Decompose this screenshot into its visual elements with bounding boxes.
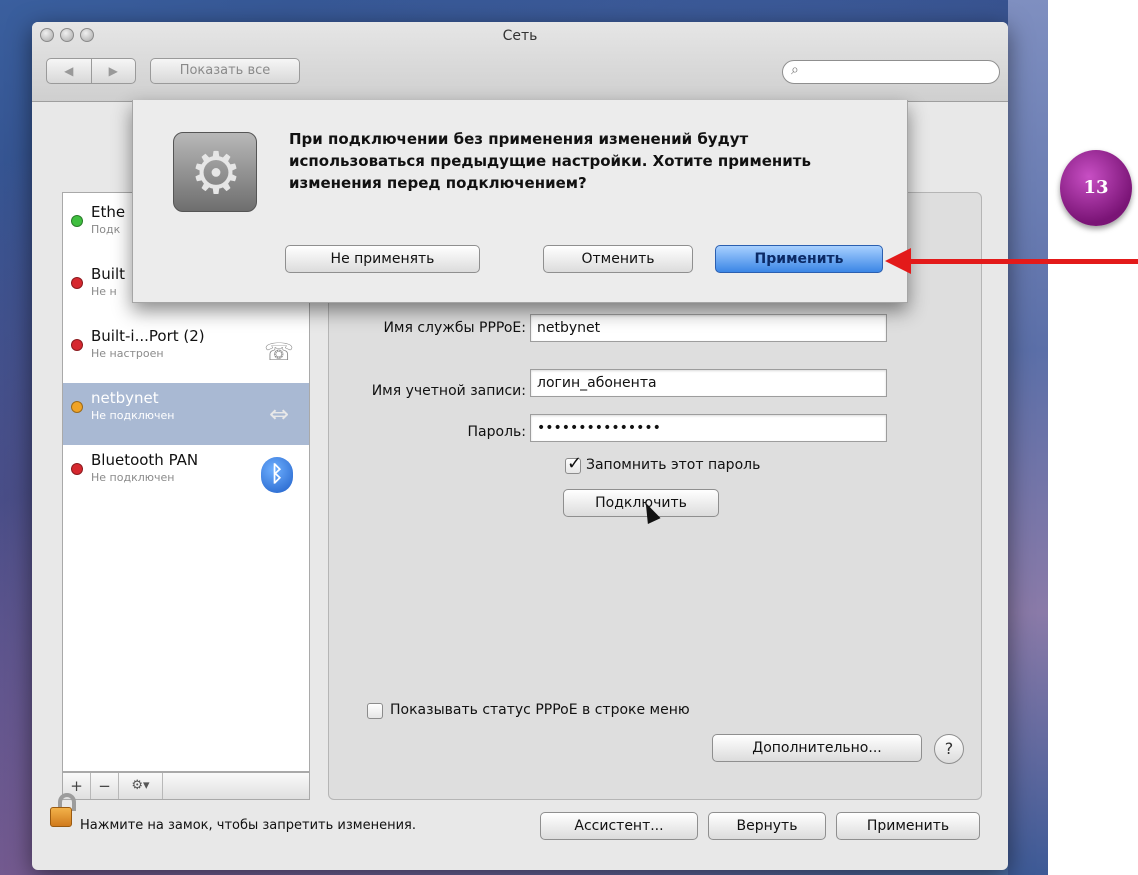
- assistant-button[interactable]: Ассистент...: [540, 812, 698, 840]
- back-forward-control: ◀ ▶: [46, 58, 136, 84]
- window-title: Сеть: [502, 28, 538, 44]
- password-label: Пароль:: [467, 424, 526, 440]
- search-input[interactable]: ⌕: [782, 60, 1000, 84]
- cancel-button[interactable]: Отменить: [543, 245, 693, 273]
- service-name: Built-i...Port (2): [91, 327, 205, 345]
- service-status: Подк: [91, 223, 121, 236]
- apply-button[interactable]: Применить: [715, 245, 883, 273]
- system-preferences-icon: ⚙: [173, 132, 257, 212]
- status-dot-red: [71, 463, 83, 475]
- help-button[interactable]: ?: [934, 734, 964, 764]
- password-field[interactable]: •••••••••••••••: [530, 414, 887, 442]
- desktop-background-right: [1008, 0, 1048, 875]
- remember-password-label: Запомнить этот пароль: [586, 457, 761, 473]
- gear-menu-button[interactable]: ⚙▾: [119, 773, 163, 799]
- gear-icon: ⚙: [190, 139, 242, 207]
- apply-footer-button[interactable]: Применить: [836, 812, 980, 840]
- service-name: Bluetooth PAN: [91, 451, 199, 469]
- service-item-built-in-port-2[interactable]: Built-i...Port (2) Не настроен ☏: [63, 321, 309, 383]
- pppoe-service-label: Имя службы PPPoE:: [383, 320, 526, 336]
- status-dot-orange: [71, 401, 83, 413]
- service-name: Ethe: [91, 203, 126, 221]
- service-status: Не подключен: [91, 409, 175, 422]
- show-pppoe-status-label: Показывать статус PPPoE в строке меню: [390, 702, 690, 718]
- advanced-button[interactable]: Дополнительно...: [712, 734, 922, 762]
- connect-button[interactable]: Подключить: [563, 489, 719, 517]
- dont-apply-button[interactable]: Не применять: [285, 245, 480, 273]
- phone-icon: ☏: [263, 338, 294, 366]
- bluetooth-icon: ᛒ: [261, 457, 293, 493]
- annotation-arrow-line: [906, 259, 1138, 264]
- account-name-field[interactable]: логин_абонента: [530, 369, 887, 397]
- annotation-arrow-head: [885, 248, 911, 274]
- remove-service-button[interactable]: −: [91, 773, 119, 799]
- sheet-message: При подключении без применения изменений…: [289, 130, 811, 192]
- service-list-toolbar: + − ⚙▾: [62, 772, 310, 800]
- remember-password-checkbox[interactable]: ✓: [565, 453, 582, 474]
- magnifier-icon: ⌕: [791, 62, 799, 78]
- status-dot-red: [71, 339, 83, 351]
- service-status: Не подключен: [91, 471, 175, 484]
- back-button[interactable]: ◀: [47, 59, 91, 83]
- status-dot-green: [71, 215, 83, 227]
- service-item-bluetooth-pan[interactable]: Bluetooth PAN Не подключен ᛒ: [63, 445, 309, 507]
- show-all-button[interactable]: Показать все: [150, 58, 300, 84]
- revert-button[interactable]: Вернуть: [708, 812, 826, 840]
- service-status: Не н: [91, 285, 117, 298]
- step-number-badge: 13: [1060, 150, 1132, 226]
- account-name-label: Имя учетной записи:: [371, 383, 526, 399]
- lock-icon[interactable]: [50, 793, 76, 827]
- service-name: netbynet: [91, 389, 159, 407]
- pppoe-service-field[interactable]: netbynet: [530, 314, 887, 342]
- service-status: Не настроен: [91, 347, 164, 360]
- show-pppoe-status-checkbox[interactable]: [367, 703, 383, 719]
- checkmark-icon: ✓: [567, 453, 583, 474]
- apply-changes-sheet: ⚙ При подключении без применения изменен…: [132, 100, 908, 303]
- forward-button[interactable]: ▶: [90, 59, 136, 83]
- service-item-netbynet[interactable]: netbynet Не подключен ⇔: [63, 383, 309, 445]
- status-dot-red: [71, 277, 83, 289]
- service-name: Built: [91, 265, 126, 283]
- lock-hint-text: Нажмите на замок, чтобы запретить измене…: [80, 818, 416, 833]
- window-toolbar: Сеть ◀ ▶ Показать все ⌕: [32, 22, 1008, 102]
